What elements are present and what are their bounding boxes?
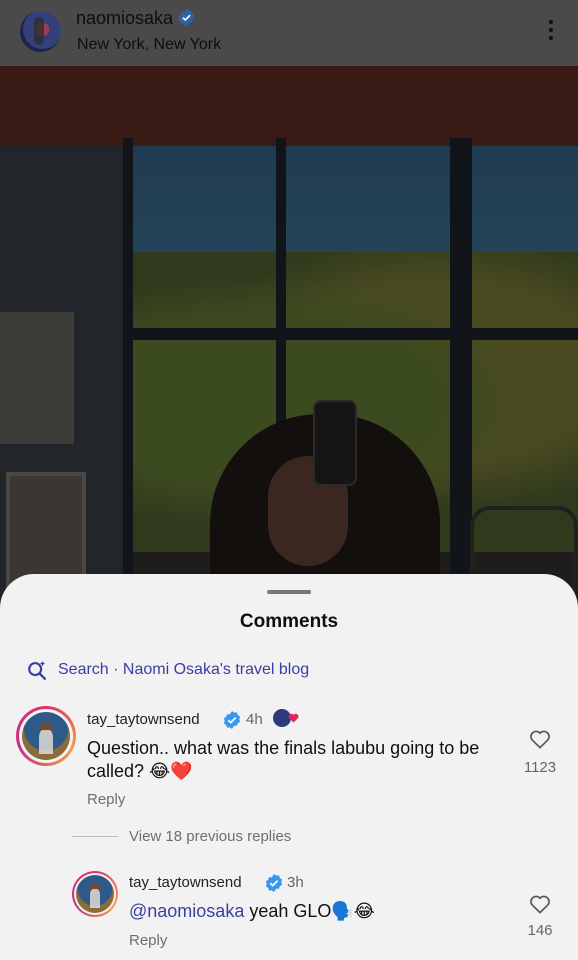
- comment-text: Question.. what was the finals labubu go…: [87, 738, 480, 781]
- reply-time: 3h: [287, 874, 304, 891]
- verified-badge-icon: [178, 8, 195, 27]
- creator-heart-icon: [288, 713, 299, 723]
- post-photo[interactable]: [0, 66, 578, 626]
- comments-title: Comments: [239, 611, 339, 632]
- replies-divider: [72, 836, 118, 837]
- reply-avatar[interactable]: [72, 871, 118, 917]
- like-count: 146: [527, 922, 553, 939]
- comments-sheet: Comments Search · Naomi Osaka's travel b…: [0, 574, 578, 960]
- reply-button[interactable]: Reply: [87, 791, 125, 808]
- reply-button[interactable]: Reply: [129, 932, 167, 949]
- comment-username[interactable]: tay_taytownsend: [87, 711, 200, 728]
- heart-icon[interactable]: [529, 894, 551, 914]
- sheet-drag-handle[interactable]: [267, 590, 311, 594]
- verified-badge-icon: [265, 874, 283, 892]
- post-header: naomiosaka New York, New York: [0, 0, 578, 66]
- username-text: naomiosaka: [76, 8, 174, 28]
- search-sparkle-icon: [28, 660, 46, 680]
- search-suggestion[interactable]: Search · Naomi Osaka's travel blog: [26, 658, 309, 682]
- profile-avatar[interactable]: [20, 11, 61, 52]
- comment-username-text: tay_taytownsend: [87, 711, 200, 728]
- commenter-avatar[interactable]: [16, 706, 76, 766]
- post-username[interactable]: naomiosaka: [76, 8, 196, 29]
- like-count: 1123: [523, 759, 557, 776]
- more-options-icon[interactable]: [548, 20, 554, 44]
- reply-body: yeah GLO🗣️😂: [244, 901, 375, 921]
- mention-link[interactable]: @naomiosaka: [129, 901, 244, 921]
- post-location[interactable]: New York, New York: [77, 36, 221, 54]
- heart-icon[interactable]: [529, 729, 551, 749]
- comment-time: 4h: [246, 711, 263, 728]
- reply-text: @naomiosaka yeah GLO🗣️😂: [129, 900, 375, 923]
- reply-username[interactable]: tay_taytownsend: [129, 874, 242, 891]
- view-previous-replies-button[interactable]: View 18 previous replies: [129, 828, 291, 845]
- reply-username-text: tay_taytownsend: [129, 874, 242, 891]
- search-suggestion-text: Search · Naomi Osaka's travel blog: [58, 661, 310, 678]
- verified-badge-icon: [223, 711, 241, 729]
